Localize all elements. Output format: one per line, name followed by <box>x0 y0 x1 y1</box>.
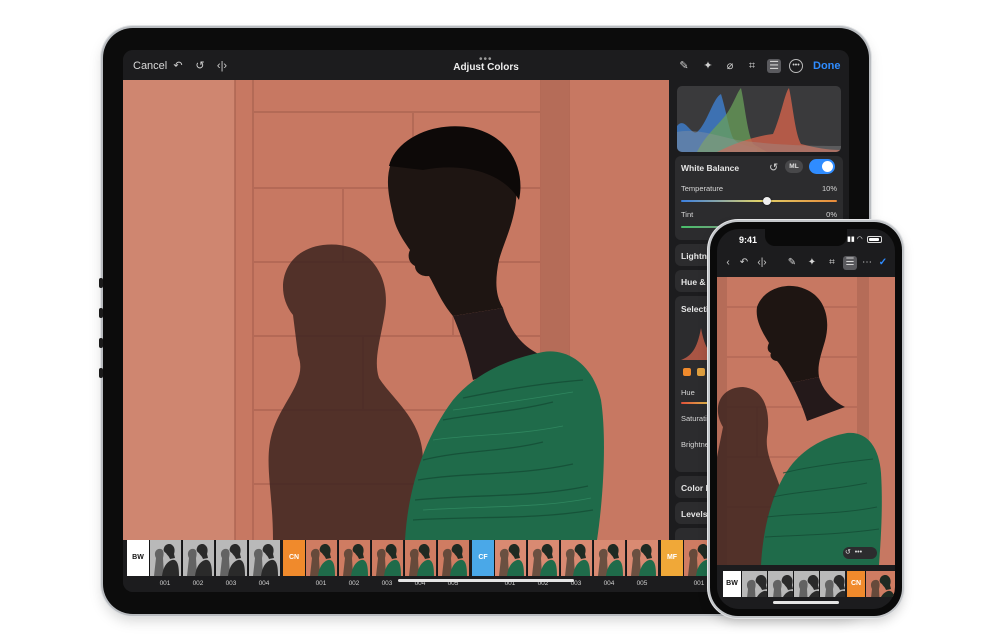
temperature-slider-knob[interactable] <box>763 197 771 205</box>
retouch-icon[interactable]: ✦ <box>805 256 819 270</box>
portrait-photo <box>717 277 895 565</box>
filter-group-tag[interactable]: BW <box>723 571 741 597</box>
home-indicator <box>773 601 839 604</box>
filter-thumbnail[interactable] <box>215 540 247 576</box>
adjust-icon[interactable]: ☰ <box>843 256 857 270</box>
filter-thumbnail[interactable] <box>305 540 337 576</box>
page-title: Adjust Colors <box>453 62 519 73</box>
hue-label: Hue <box>681 388 695 397</box>
ipad-side-button <box>99 368 103 378</box>
crop-icon[interactable]: ⌗ <box>745 59 759 73</box>
temperature-value: 10% <box>821 184 837 193</box>
pen-icon[interactable]: ✎ <box>785 256 799 270</box>
filter-thumbnail[interactable] <box>865 571 895 597</box>
home-indicator <box>398 579 574 582</box>
filter-thumbnail-label: 001 <box>315 580 327 587</box>
orange-swatch[interactable] <box>683 368 691 376</box>
ipad-side-button <box>99 278 103 288</box>
filter-thumbnail[interactable] <box>593 540 625 576</box>
filter-thumbnail[interactable] <box>182 540 214 576</box>
checkmark-icon[interactable]: ✓ <box>876 256 890 270</box>
filter-group-tag[interactable]: CN <box>847 571 865 597</box>
filter-thumbnail[interactable] <box>793 571 819 597</box>
toggle-knob <box>822 161 833 172</box>
filter-thumbnail[interactable] <box>404 540 436 576</box>
adjust-icon[interactable]: ☰ <box>767 59 781 73</box>
filter-thumbnail[interactable] <box>527 540 559 576</box>
white-balance-toggle[interactable] <box>809 159 835 174</box>
brush-icon[interactable]: ⌀ <box>723 59 737 73</box>
filter-thumbnail-label: 003 <box>225 580 237 587</box>
revert-icon[interactable]: ↺ <box>193 59 207 73</box>
filter-thumbnail-label: 005 <box>636 580 648 587</box>
filter-group-tag[interactable]: CN <box>283 540 305 576</box>
filter-thumbnail-label: 002 <box>348 580 360 587</box>
filter-thumbnail[interactable] <box>741 571 767 597</box>
temperature-slider[interactable] <box>681 200 837 202</box>
filter-thumbnail[interactable] <box>248 540 280 576</box>
tint-value: 0% <box>826 210 837 219</box>
filter-thumbnail[interactable] <box>371 540 403 576</box>
photo-canvas[interactable] <box>123 80 669 540</box>
filter-thumbnail[interactable] <box>626 540 658 576</box>
histogram <box>677 86 841 152</box>
more-icon[interactable]: ••• <box>789 59 803 73</box>
filter-thumbnail[interactable] <box>767 571 793 597</box>
undo-more-pill[interactable]: ↺ ••• <box>843 547 877 559</box>
filter-thumbnail[interactable] <box>338 540 370 576</box>
portrait-photo <box>123 80 669 540</box>
ipad-side-button <box>99 338 103 348</box>
back-icon[interactable]: ‹ <box>721 256 735 270</box>
battery-icon <box>867 236 882 243</box>
temperature-label: Temperature <box>681 184 724 193</box>
pen-icon[interactable]: ✎ <box>677 59 691 73</box>
photo-canvas[interactable] <box>717 277 895 565</box>
done-button[interactable]: Done <box>813 60 841 72</box>
white-balance-title: White Balance <box>681 163 740 173</box>
hue-slider[interactable] <box>681 402 711 404</box>
filter-group-tag[interactable]: MF <box>661 540 683 576</box>
editor-toolbar: ••• Cancel ↶ ↺ ‹|› Adjust Colors ✎ ✦ ⌀ ⌗… <box>123 50 849 80</box>
filter-thumbnail[interactable] <box>494 540 526 576</box>
signal-wifi-icon: ▮▮ ◠ <box>847 236 863 243</box>
ipad-side-button <box>99 308 103 318</box>
undo-icon[interactable]: ↶ <box>171 59 185 73</box>
yellow-swatch[interactable] <box>697 368 705 376</box>
status-time: 9:41 <box>739 235 758 245</box>
filter-thumbnail[interactable] <box>149 540 181 576</box>
filter-group-tag[interactable]: CF <box>472 540 494 576</box>
compare-icon[interactable]: ‹|› <box>755 256 769 270</box>
filter-thumbnail-label: 004 <box>603 580 615 587</box>
filter-thumbnail-label: 002 <box>192 580 204 587</box>
retouch-icon[interactable]: ✦ <box>701 59 715 73</box>
more-icon[interactable]: ⋯ <box>860 256 874 270</box>
notch <box>765 229 847 246</box>
ml-button[interactable]: ML <box>785 160 803 173</box>
tint-label: Tint <box>681 210 694 219</box>
cancel-button[interactable]: Cancel <box>133 60 167 72</box>
iphone-device: 9:41 ▮▮ ◠ ‹ ↶ ‹|› ✎ ✦ ⌗ ☰ ⋯ ✓ ↺ ••• BW C… <box>710 222 902 616</box>
filter-thumbnail-label: 004 <box>258 580 270 587</box>
reset-icon[interactable]: ↺ <box>769 161 778 174</box>
filter-thumbnail[interactable] <box>819 571 845 597</box>
filter-thumbnail[interactable] <box>437 540 469 576</box>
compare-icon[interactable]: ‹|› <box>215 59 229 73</box>
filter-thumbnail-label: 001 <box>159 580 171 587</box>
filter-thumbnail[interactable] <box>560 540 592 576</box>
levels-title: Levels <box>681 509 708 519</box>
crop-icon[interactable]: ⌗ <box>825 256 839 270</box>
undo-icon[interactable]: ↶ <box>737 256 751 270</box>
iphone-screen: 9:41 ▮▮ ◠ ‹ ↶ ‹|› ✎ ✦ ⌗ ☰ ⋯ ✓ ↺ ••• BW C… <box>717 229 895 609</box>
filter-group-tag[interactable]: BW <box>127 540 149 576</box>
